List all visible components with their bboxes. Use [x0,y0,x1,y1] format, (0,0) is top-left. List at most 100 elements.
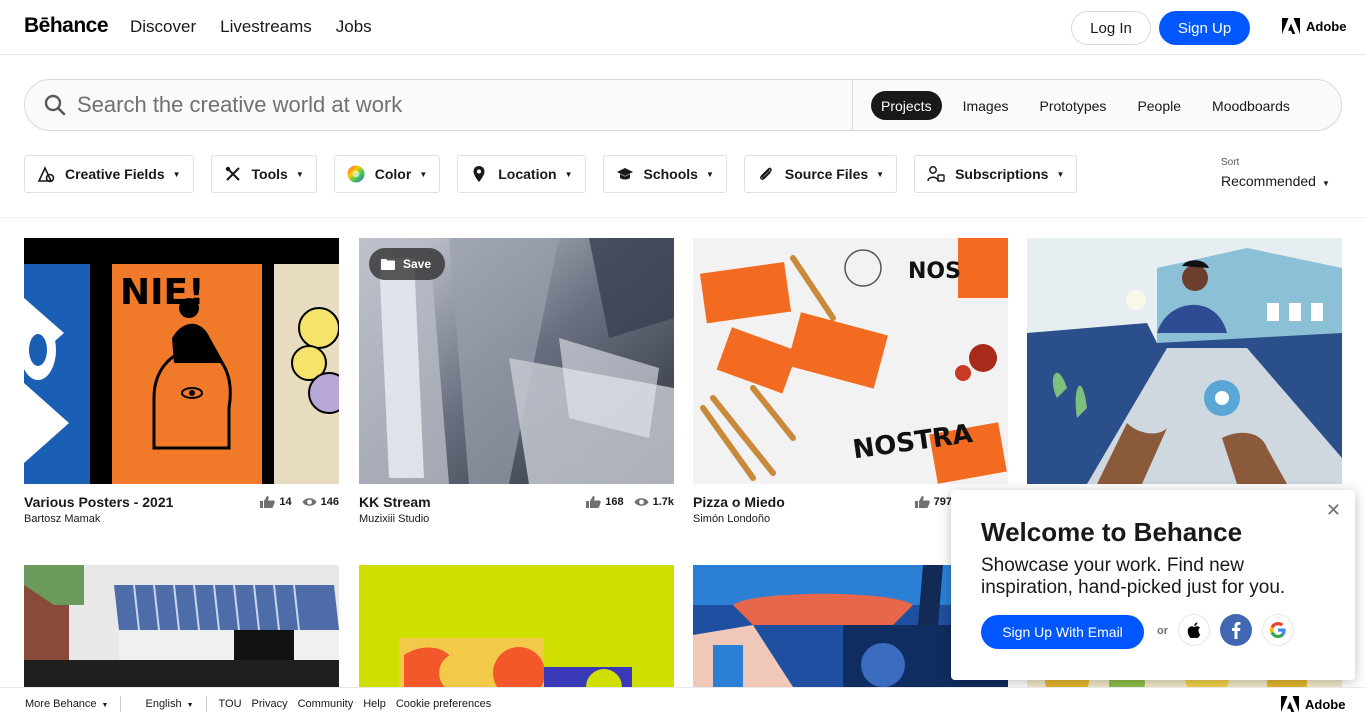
chevron-down-icon: ▼ [705,169,714,179]
signup-button[interactable]: Sign Up [1159,11,1250,45]
welcome-popup: ✕ Welcome to Behance Showcase your work.… [951,490,1355,680]
adobe-logo-icon [1282,18,1300,34]
search-divider [852,80,853,130]
svg-text:NOS: NOS [908,259,961,284]
popup-title: Welcome to Behance [981,517,1243,547]
graduation-cap-icon [616,165,634,183]
sort-dropdown[interactable]: Sort Recommended ▼ [1221,157,1330,189]
color-wheel-icon [347,165,365,183]
project-thumbnail[interactable]: Save [359,238,674,484]
chevron-down-icon: ▼ [564,169,573,179]
search-bar: Projects Images Prototypes People Moodbo… [24,79,1342,131]
filter-label: Creative Fields [65,166,165,182]
project-card[interactable] [359,565,674,687]
project-thumbnail[interactable]: NOS NOSTRA [693,238,1008,484]
project-card[interactable] [24,565,339,687]
login-button[interactable]: Log In [1071,11,1151,45]
filter-label: Subscriptions [955,166,1049,182]
project-thumbnail[interactable] [1027,238,1342,484]
chevron-down-icon: ▼ [1321,179,1330,188]
save-label: Save [403,257,432,271]
project-card[interactable]: Save KK Stream Muzixiii Studio 168 1.7k [359,238,674,534]
tab-moodboards[interactable]: Moodboards [1202,91,1300,120]
chevron-down-icon: ▼ [101,702,109,709]
language-selector[interactable]: English ▼ [145,698,193,710]
chevron-down-icon: ▼ [876,169,885,179]
google-signin-button[interactable] [1262,614,1294,646]
footer-link-tou[interactable]: TOU [219,698,242,710]
popup-body: Showcase your work. Find new inspiration… [981,555,1286,598]
location-pin-icon [470,165,488,183]
tab-people[interactable]: People [1127,91,1191,120]
filter-schools[interactable]: Schools ▼ [602,155,727,193]
filter-creative-fields[interactable]: Creative Fields ▼ [24,155,194,193]
views-count: 146 [320,496,339,508]
likes-count: 797 [933,496,952,508]
footer-link-help[interactable]: Help [363,698,386,710]
save-button[interactable]: Save [369,248,446,280]
facebook-icon [1232,622,1241,639]
apple-signin-button[interactable] [1178,614,1210,646]
sort-value: Recommended ▼ [1221,173,1330,189]
tab-images[interactable]: Images [953,91,1019,120]
paperclip-icon [757,165,775,183]
adobe-footer-link[interactable]: Adobe [1281,696,1345,712]
eye-icon [634,498,649,506]
facebook-signin-button[interactable] [1220,614,1252,646]
filter-location[interactable]: Location ▼ [457,155,586,193]
close-icon[interactable]: ✕ [1326,500,1341,521]
filter-subscriptions[interactable]: Subscriptions ▼ [914,155,1078,193]
signup-email-button[interactable]: Sign Up With Email [981,615,1144,649]
eye-icon [302,498,317,506]
chevron-down-icon: ▼ [1056,169,1065,179]
filter-source-files[interactable]: Source Files ▼ [743,155,898,193]
subscription-user-icon [927,165,945,183]
views-count: 1.7k [652,496,674,508]
apple-icon [1187,622,1201,638]
adobe-link[interactable]: Adobe [1282,18,1346,34]
chevron-down-icon: ▼ [186,702,194,709]
top-navigation: Bēhance Discover Livestreams Jobs Log In… [0,0,1366,55]
footer: More Behance ▼ English ▼ TOU Privacy Commu… [0,687,1366,720]
chevron-down-icon: ▼ [419,169,428,179]
chevron-down-icon: ▼ [295,169,304,179]
nav-livestreams[interactable]: Livestreams [220,17,312,37]
tab-prototypes[interactable]: Prototypes [1030,91,1117,120]
project-thumbnail[interactable] [24,565,339,687]
project-card[interactable]: NIE! Various Posters - 2021 Bartosz Mama… [24,238,339,534]
project-thumbnail[interactable]: NIE! [24,238,339,484]
search-type-tabs: Projects Images Prototypes People Moodbo… [871,91,1311,120]
more-behance-menu[interactable]: More Behance ▼ [25,698,108,710]
footer-link-cookie-preferences[interactable]: Cookie preferences [396,698,491,710]
likes-count: 14 [279,496,292,508]
likes-count: 168 [605,496,624,508]
filter-color[interactable]: Color ▼ [333,155,441,193]
chevron-down-icon: ▼ [172,169,181,179]
search-input[interactable] [77,90,847,120]
footer-link-privacy[interactable]: Privacy [252,698,288,710]
nav-discover[interactable]: Discover [130,17,196,37]
creative-fields-icon [37,165,55,183]
project-owner[interactable]: Muzixiii Studio [359,513,674,525]
divider [0,217,1366,218]
footer-link-community[interactable]: Community [298,698,354,710]
filter-label: Color [374,166,412,182]
project-owner[interactable]: Bartosz Mamak [24,513,339,525]
adobe-label: Adobe [1306,18,1347,34]
project-thumbnail[interactable] [359,565,674,687]
filter-tools[interactable]: Tools ▼ [210,155,317,193]
filter-label: Source Files [784,166,869,182]
thumbs-up-icon [914,496,930,508]
adobe-label: Adobe [1305,696,1346,712]
project-meta: Various Posters - 2021 Bartosz Mamak 14 … [24,494,339,534]
filter-label: Location [498,166,557,182]
or-label: or [1157,625,1168,637]
project-meta: KK Stream Muzixiii Studio 168 1.7k [359,494,674,534]
nav-jobs[interactable]: Jobs [336,17,372,37]
filter-label: Tools [251,166,288,182]
thumbs-up-icon [260,496,276,508]
tools-icon [224,165,242,183]
behance-logo[interactable]: Bēhance [24,14,109,38]
tab-projects[interactable]: Projects [871,91,942,120]
footer-divider [120,696,122,712]
